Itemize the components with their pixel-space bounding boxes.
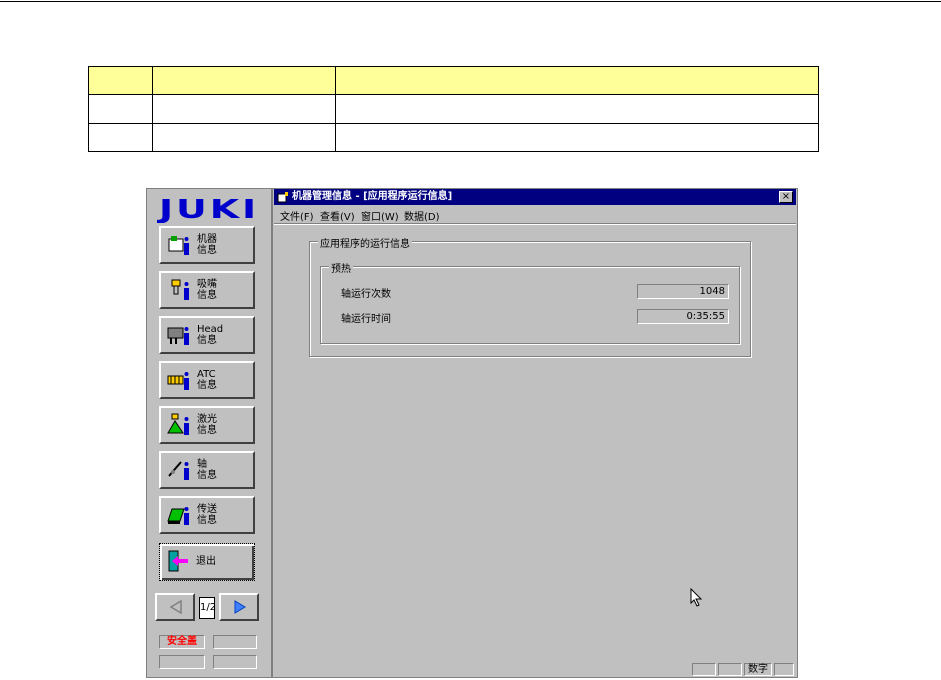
atc-info-button[interactable]: ATC 信息 [159,361,255,399]
doc-table-header-row [89,67,818,95]
status-cell [774,663,794,676]
axis-run-time-value: 0:35:55 [637,309,729,324]
laser-info-icon [167,413,189,435]
status-cell [213,655,257,669]
atc-info-icon [167,372,189,390]
doc-table-col-divider [152,67,153,151]
window-icon [277,192,288,203]
arrow-left-icon [169,600,182,614]
sidebar: JUKI 机器 信息 吸嘴 信息 Head 信息 ATC 信息 激光 信息 轴 … [147,189,273,677]
atc-info-label: ATC 信息 [197,369,217,391]
exit-label: 退出 [196,556,216,567]
axis-run-time-label: 轴运行时间 [341,314,391,325]
conveyor-info-label: 传送 信息 [197,504,217,526]
status-cell [692,663,716,676]
app-run-info-group: 应用程序的运行信息 预热 轴运行次数 1048 轴运行时间 0:35:55 [309,235,751,357]
menu-bar: 文件(F) 查看(V) 窗口(W) 数据(D) [274,206,796,223]
axis-info-button[interactable]: 轴 信息 [159,451,255,489]
svg-text:JUKI: JUKI [157,195,259,223]
exit-door-icon [168,550,188,572]
head-info-label: Head 信息 [197,324,224,346]
prev-page-button[interactable] [155,593,195,621]
menu-separator [274,223,796,225]
page-top-rule [0,1,941,2]
warmup-group: 预热 轴运行次数 1048 轴运行时间 0:35:55 [320,260,740,344]
menu-window[interactable]: 窗口(W) [361,208,399,223]
doc-table-row [89,95,818,124]
window-title: 机器管理信息 - [应用程序运行信息] [292,191,453,202]
laser-info-label: 激光 信息 [197,414,217,436]
app-run-info-group-title: 应用程序的运行信息 [318,235,412,250]
machine-info-label: 机器 信息 [197,234,217,256]
app-run-info-window: 机器管理信息 - [应用程序运行信息] × 文件(F) 查看(V) 窗口(W) … [274,189,796,677]
close-button[interactable]: × [779,191,793,203]
axis-info-icon [168,461,189,480]
status-bar: 数字 [274,661,796,677]
doc-table [88,66,819,152]
menu-file[interactable]: 文件(F) [280,208,314,223]
head-info-icon [167,327,189,345]
conveyor-info-button[interactable]: 传送 信息 [159,496,255,534]
doc-table-row [89,124,818,151]
machine-info-button[interactable]: 机器 信息 [159,226,255,264]
axis-run-count-value: 1048 [637,284,729,299]
title-bar[interactable]: 机器管理信息 - [应用程序运行信息] × [274,189,796,205]
exit-button[interactable]: 退出 [159,543,255,581]
menu-view[interactable]: 查看(V) [320,208,355,223]
status-cell [213,635,257,649]
status-cell [718,663,742,676]
juki-logo: JUKI [157,195,259,223]
nozzle-info-label: 吸嘴 信息 [197,279,217,301]
num-lock-indicator: 数字 [744,663,772,676]
safety-cover-status: 安全盖 [159,635,205,649]
warmup-group-title: 预热 [329,260,353,275]
axis-run-count-label: 轴运行次数 [341,289,391,300]
head-info-button[interactable]: Head 信息 [159,316,255,354]
nozzle-info-icon [171,279,189,300]
page-indicator: 1/2 [199,597,216,619]
status-cell [159,655,205,669]
conveyor-info-icon [167,507,189,525]
machine-info-icon [168,236,189,255]
axis-info-label: 轴 信息 [197,459,217,481]
laser-info-button[interactable]: 激光 信息 [159,406,255,444]
arrow-right-icon [234,600,246,614]
menu-data[interactable]: 数据(D) [404,208,440,223]
nozzle-info-button[interactable]: 吸嘴 信息 [159,271,255,309]
mouse-cursor-icon [690,588,703,607]
doc-table-col-divider [335,67,336,151]
next-page-button[interactable] [219,593,259,621]
